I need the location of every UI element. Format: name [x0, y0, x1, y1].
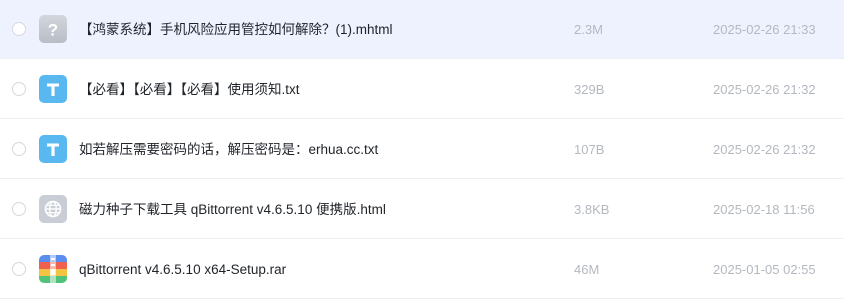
- row-checkbox[interactable]: [12, 22, 26, 36]
- file-name: 如若解压需要密码的话，解压密码是：erhua.cc.txt: [79, 142, 379, 157]
- unknown-file-icon: ?: [39, 15, 67, 43]
- file-size: 3.8KB: [574, 202, 610, 217]
- file-name: 【必看】【必看】【必看】使用须知.txt: [79, 82, 300, 97]
- file-date: 2025-02-26 21:32: [713, 142, 816, 157]
- file-size: 329B: [574, 82, 605, 97]
- row-checkbox[interactable]: [12, 82, 26, 96]
- file-list: ? 【鸿蒙系统】手机风险应用管控如何解除？(1).mhtml 2.3M 2025…: [0, 0, 844, 300]
- svg-text:?: ?: [48, 21, 58, 40]
- file-row[interactable]: ? 【鸿蒙系统】手机风险应用管控如何解除？(1).mhtml 2.3M 2025…: [0, 0, 844, 59]
- row-checkbox[interactable]: [12, 142, 26, 156]
- web-file-icon: [39, 195, 67, 223]
- file-name: 磁力种子下载工具 qBittorrent v4.6.5.10 便携版.html: [79, 202, 386, 217]
- file-row[interactable]: qBittorrent v4.6.5.10 x64-Setup.rar 46M …: [0, 240, 844, 299]
- file-name: qBittorrent v4.6.5.10 x64-Setup.rar: [79, 262, 287, 277]
- file-date: 2025-02-18 11:56: [713, 202, 815, 217]
- archive-file-icon: [39, 255, 67, 283]
- file-name: 【鸿蒙系统】手机风险应用管控如何解除？(1).mhtml: [79, 22, 393, 37]
- file-size: 46M: [574, 262, 600, 277]
- text-file-icon: [39, 135, 67, 163]
- file-date: 2025-02-26 21:33: [713, 22, 816, 37]
- file-row[interactable]: 如若解压需要密码的话，解压密码是：erhua.cc.txt 107B 2025-…: [0, 120, 844, 179]
- text-file-icon: [39, 75, 67, 103]
- file-date: 2025-01-05 02:55: [713, 262, 816, 277]
- file-size: 107B: [574, 142, 605, 157]
- file-row[interactable]: 【必看】【必看】【必看】使用须知.txt 329B 2025-02-26 21:…: [0, 60, 844, 119]
- row-checkbox[interactable]: [12, 262, 26, 276]
- file-date: 2025-02-26 21:32: [713, 82, 816, 97]
- file-size: 2.3M: [574, 22, 603, 37]
- row-checkbox[interactable]: [12, 202, 26, 216]
- file-row[interactable]: 磁力种子下载工具 qBittorrent v4.6.5.10 便携版.html …: [0, 180, 844, 239]
